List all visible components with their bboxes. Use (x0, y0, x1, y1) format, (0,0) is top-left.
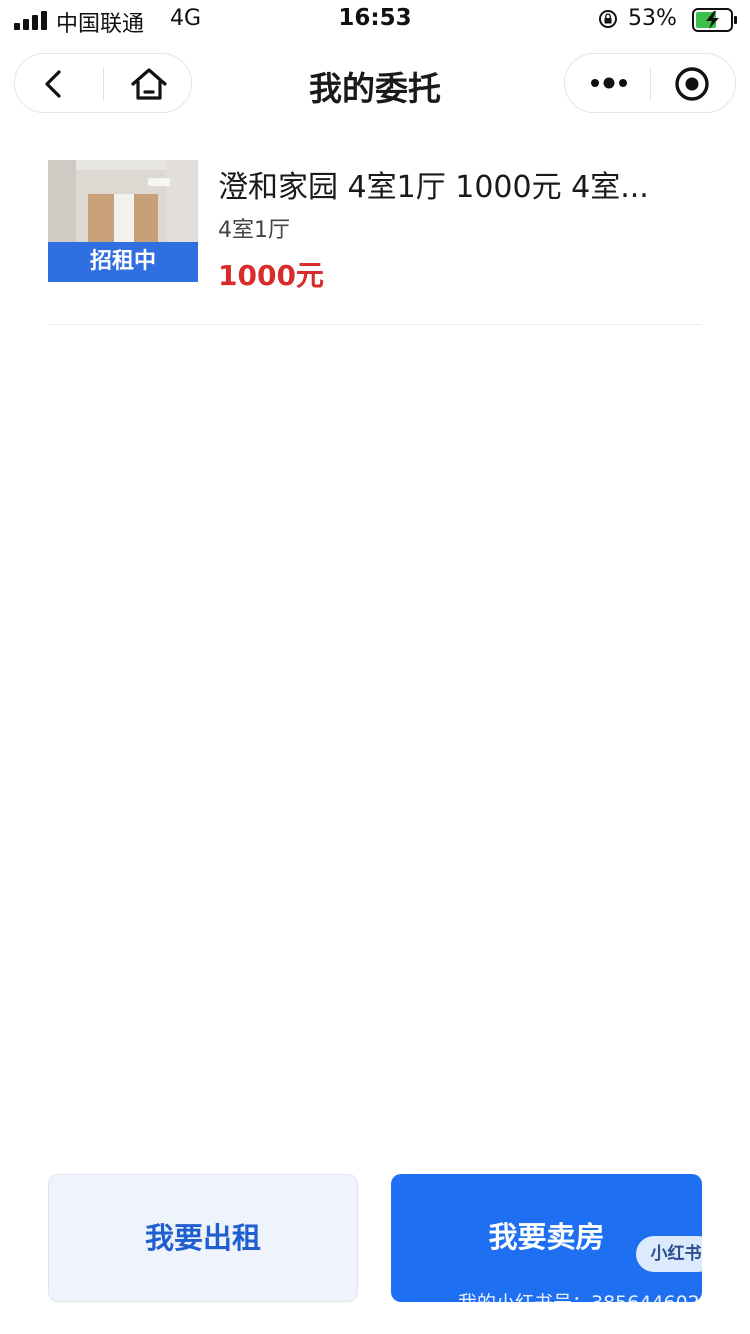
listing-thumbnail: 招租中 (48, 160, 198, 282)
listing-status-badge: 招租中 (48, 242, 198, 282)
nav-capsule-right (564, 53, 736, 113)
orientation-lock-icon (599, 10, 617, 28)
watermark-badge: 小红书 (636, 1236, 716, 1272)
capsule-divider (650, 68, 651, 100)
watermark-text: 我的小红书号：3856446023 (458, 1292, 712, 1314)
listing-price: 1000元 (218, 259, 324, 292)
rent-out-button[interactable]: 我要出租 (48, 1174, 358, 1302)
listing-title: 澄和家园 4室1厅 1000元 4室... (218, 170, 649, 205)
listing-item[interactable]: 招租中 澄和家园 4室1厅 1000元 4室... 4室1厅 1000元 (48, 160, 702, 325)
battery-percent: 53% (628, 6, 677, 31)
listing-layout: 4室1厅 (218, 218, 290, 243)
miniprogram-close-icon[interactable] (673, 65, 711, 103)
more-dots-icon[interactable] (587, 68, 631, 98)
status-bar: 中国联通 4G 16:53 53% (0, 0, 750, 40)
battery-charging-icon (692, 8, 737, 32)
